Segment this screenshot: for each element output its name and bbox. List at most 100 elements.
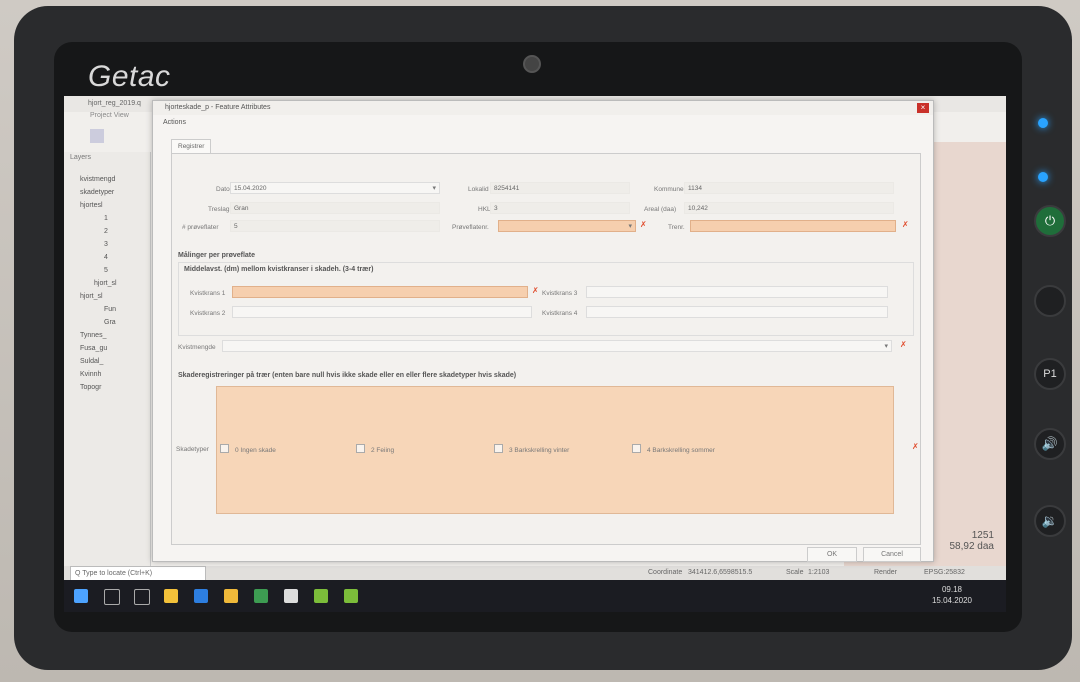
- volume-up-icon[interactable]: 🔊: [1034, 428, 1066, 460]
- epsg-button[interactable]: EPSG:25832: [924, 566, 965, 580]
- layer-item[interactable]: hjortesl: [64, 199, 150, 212]
- search-icon[interactable]: [104, 589, 120, 605]
- skadetype-label: 4 Barkskrelling sommer: [647, 447, 715, 454]
- save-icon[interactable]: [90, 129, 104, 143]
- required-marker: ✗: [900, 340, 907, 349]
- qgis-app-icon[interactable]: [344, 589, 358, 603]
- group-middelavst-title: Middelavst. (dm) mellom kvistkranser i s…: [184, 266, 374, 273]
- kommune-field: 1134: [684, 182, 894, 194]
- layer-item[interactable]: kvistmengd: [64, 173, 150, 186]
- feature-attributes-dialog: hjorteskade_p - Feature Attributes × Act…: [152, 100, 934, 562]
- dato-label: Dato: [216, 186, 230, 193]
- layer-item[interactable]: Gra: [64, 316, 150, 329]
- tab-registrer[interactable]: Registrer: [171, 139, 212, 154]
- treslag-label: Treslag: [208, 206, 230, 213]
- layer-item[interactable]: 2: [64, 225, 150, 238]
- tablet-screen: hjort_reg_2019.q Project View Layers kvi…: [64, 96, 1006, 612]
- kvistkrans-4-input[interactable]: [586, 306, 888, 318]
- section-maalinger: Målinger per prøveflate: [178, 252, 256, 259]
- required-marker: ✗: [902, 220, 909, 229]
- cancel-button[interactable]: Cancel: [863, 547, 921, 562]
- camera-app-icon[interactable]: [284, 589, 298, 603]
- kvistmengde-label: Kvistmengde: [178, 344, 216, 351]
- areal-field: 10,242: [684, 202, 894, 214]
- taskbar-clock[interactable]: 09.18 15.04.2020: [932, 584, 972, 606]
- power-button[interactable]: ⏻: [1034, 205, 1066, 237]
- map-label: 1251 58,92 daa: [950, 530, 995, 552]
- checkbox-icon[interactable]: [632, 444, 641, 453]
- dato-field[interactable]: 15.04.2020: [230, 182, 440, 195]
- areal-label: Areal (daa): [644, 206, 677, 213]
- layer-item[interactable]: 1: [64, 212, 150, 225]
- layer-item[interactable]: 5: [64, 264, 150, 277]
- qgis-app-icon[interactable]: [314, 589, 328, 603]
- layer-item[interactable]: Fun: [64, 303, 150, 316]
- volume-down-icon[interactable]: 🔉: [1034, 505, 1066, 537]
- treslag-field: Gran: [230, 202, 440, 214]
- layer-item[interactable]: Kvinnh: [64, 368, 150, 381]
- skadetype-label: 0 Ingen skade: [235, 447, 276, 454]
- kvistmengde-dropdown[interactable]: [222, 340, 892, 353]
- clock-time: 09.18: [941, 585, 962, 594]
- layer-item[interactable]: hjort_sl: [64, 277, 150, 290]
- scale-label: Scale: [786, 569, 804, 576]
- qgis-icon[interactable]: [164, 589, 178, 603]
- kvistkrans-3-label: Kvistkrans 3: [542, 290, 578, 297]
- qgis-toolbar: [64, 126, 154, 148]
- skadetype-checkbox-3[interactable]: 3 Barkskrelling vinter: [494, 444, 569, 454]
- brand-logo: Getac: [88, 60, 171, 93]
- skadetype-checkbox-0[interactable]: 0 Ingen skade: [220, 444, 276, 454]
- layer-item[interactable]: Fusa_gu: [64, 342, 150, 355]
- scale-value[interactable]: 1:2103: [808, 566, 829, 580]
- ok-button[interactable]: OK: [807, 547, 857, 562]
- proveflater-label: # prøveflater: [182, 224, 219, 231]
- clock-date: 15.04.2020: [931, 596, 972, 605]
- status-bar: Q Type to locate (Ctrl+K) Coordinate 341…: [64, 566, 1006, 582]
- proveflatenr-field[interactable]: [498, 220, 636, 233]
- actions-menu[interactable]: Actions: [163, 119, 186, 126]
- file-explorer-icon[interactable]: [224, 589, 238, 603]
- close-icon[interactable]: ×: [917, 103, 929, 113]
- middelavst-group: [178, 262, 914, 336]
- layer-item[interactable]: Suldal_: [64, 355, 150, 368]
- p1-button[interactable]: P1: [1034, 358, 1066, 390]
- kvistkrans-2-input[interactable]: [232, 306, 532, 318]
- skadetype-label: 3 Barkskrelling vinter: [509, 447, 570, 454]
- skadetype-checkbox-4[interactable]: 4 Barkskrelling sommer: [632, 444, 715, 454]
- proveflater-field: 5: [230, 220, 440, 232]
- kvistkrans-1-label: Kvistkrans 1: [190, 290, 226, 297]
- kvistkrans-1-input[interactable]: [232, 286, 528, 298]
- skadetyper-label: Skadetyper: [176, 446, 209, 453]
- checkbox-icon[interactable]: [220, 444, 229, 453]
- coordinate-value[interactable]: 341412.6,6598515.5: [688, 566, 752, 580]
- layer-item[interactable]: 3: [64, 238, 150, 251]
- lokalid-label: Lokalid: [468, 186, 489, 193]
- power-led-icon: [1038, 118, 1048, 128]
- task-view-icon[interactable]: [134, 589, 150, 605]
- lokalid-field: 8254141: [490, 182, 630, 194]
- skadetype-label: 2 Feiing: [371, 447, 395, 454]
- render-checkbox[interactable]: Render: [874, 566, 897, 580]
- required-marker: ✗: [532, 286, 539, 295]
- section-skaderegistreringer: Skaderegistreringer på trær (enten bare …: [178, 372, 517, 379]
- checkbox-icon[interactable]: [494, 444, 503, 453]
- home-button[interactable]: [1034, 285, 1066, 317]
- start-icon[interactable]: [74, 589, 88, 603]
- trenr-field[interactable]: [690, 220, 896, 232]
- layer-item[interactable]: Topogr: [64, 381, 150, 394]
- layer-item[interactable]: skadetyper: [64, 186, 150, 199]
- layer-item[interactable]: 4: [64, 251, 150, 264]
- registrer-panel: Dato 15.04.2020 Lokalid 8254141 Kommune …: [171, 153, 921, 545]
- skadetype-checkbox-2[interactable]: 2 Feiing: [356, 444, 394, 454]
- layer-item[interactable]: Tynnes_: [64, 329, 150, 342]
- spreadsheet-icon[interactable]: [254, 589, 268, 603]
- kvistkrans-3-input[interactable]: [586, 286, 888, 298]
- proveflatenr-label: Prøveflatenr.: [452, 224, 489, 231]
- layers-panel: Layers kvistmengd skadetyper hjortesl 1 …: [64, 152, 151, 582]
- qgis-menu-bar[interactable]: Project View: [64, 112, 154, 124]
- layer-item[interactable]: hjort_sl: [64, 290, 150, 303]
- windows-taskbar: 09.18 15.04.2020: [64, 580, 1006, 612]
- edge-icon[interactable]: [194, 589, 208, 603]
- coordinate-label: Coordinate: [648, 569, 683, 576]
- checkbox-icon[interactable]: [356, 444, 365, 453]
